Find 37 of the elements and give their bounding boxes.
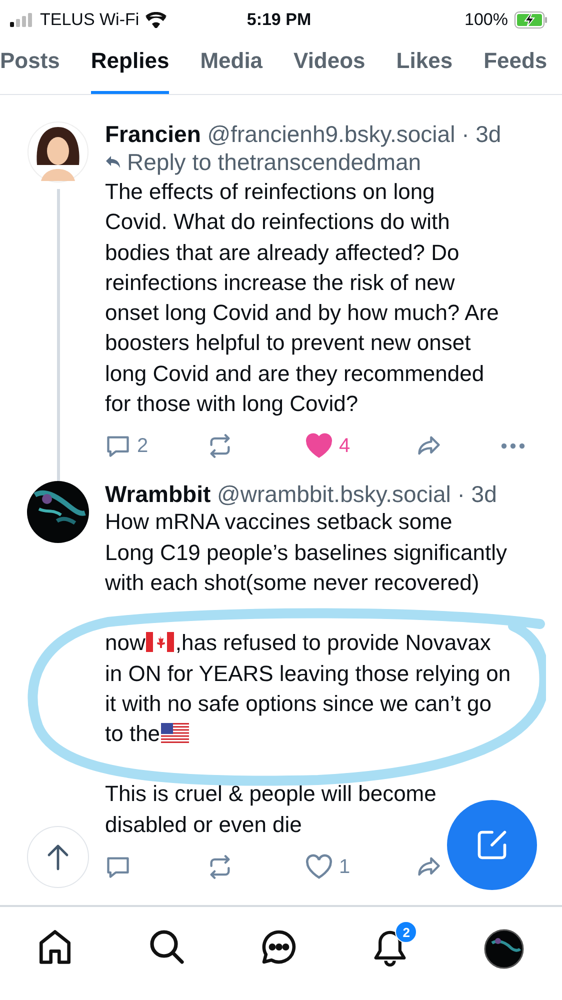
avatar[interactable] — [27, 121, 89, 183]
post-text: This is cruel & people will become disabled or even die — [105, 780, 438, 839]
heart-icon[interactable] — [305, 433, 333, 460]
post-text: The effects of reinfections on long Covid. What do reinfections do with bodies that are already affected? Do reinfections increase the risk of new onset long Covid and by how much? Are boosters helpful to prevent new onset long Covid and are they recommended for those with long Covid? — [105, 178, 500, 418]
tab[interactable]: Posts — [0, 40, 60, 94]
compose-icon — [475, 828, 509, 862]
notifications-tab[interactable]: 2 — [373, 921, 418, 970]
heart-icon[interactable] — [305, 854, 333, 880]
wifi-icon — [145, 12, 168, 28]
tab[interactable]: Videos — [294, 40, 366, 94]
like-count: 4 — [339, 434, 350, 458]
arrow-up-icon — [46, 843, 70, 871]
reply-to-link[interactable]: Reply to thetranscendedman — [127, 147, 422, 177]
post-meta: @francienh9.bsky.social · 3d — [207, 121, 502, 147]
search-icon — [148, 929, 185, 965]
more-icon[interactable] — [500, 442, 526, 450]
post-meta: @wrambbit.bsky.social · 3d — [217, 481, 497, 508]
avatar — [484, 929, 524, 969]
tab[interactable]: Media — [200, 40, 263, 94]
author-name[interactable]: Francien — [105, 121, 201, 147]
tab[interactable]: Feeds — [484, 40, 548, 94]
author-name[interactable]: Wrambbit — [105, 481, 211, 508]
post-text: now ,has refused to provide Novavax in ON for YEARS leaving those relying on it with no safe options since we can’t go to the — [105, 629, 511, 748]
like-count: 1 — [339, 856, 350, 879]
reply-count: 2 — [137, 434, 148, 458]
home-icon — [38, 929, 72, 965]
carrier-name: TELUS Wi-Fi — [40, 10, 140, 30]
signal-icon — [10, 13, 34, 27]
reply-icon — [105, 155, 121, 169]
chat-icon — [260, 929, 297, 965]
clock: 5:19 PM — [246, 10, 312, 30]
notification-badge: 2 — [395, 921, 418, 943]
bell-icon — [373, 929, 408, 967]
battery-percent: 100% — [464, 10, 508, 30]
tab[interactable]: Replies — [90, 40, 170, 94]
tab[interactable]: Likes — [396, 40, 453, 94]
post-text: How mRNA vaccines setback some Long C19 people’s baselines significantly with each shot(some never recovered) — [105, 508, 508, 597]
